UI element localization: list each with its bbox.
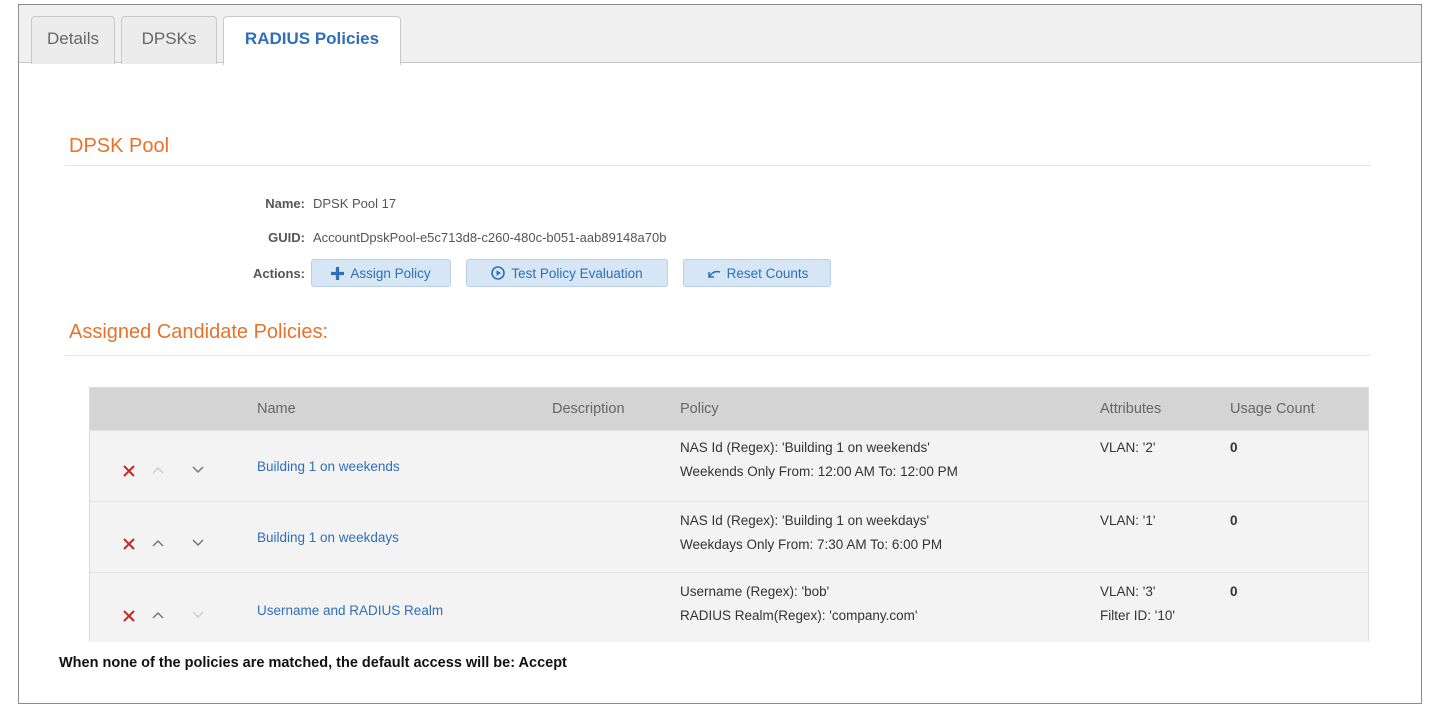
default-access-note: When none of the policies are matched, t…: [59, 655, 567, 671]
tab-radius-policies[interactable]: RADIUS Policies: [223, 16, 401, 65]
policy-name-link[interactable]: Username and RADIUS Realm: [257, 603, 443, 618]
attribute-line-2: Filter ID: '10': [1100, 608, 1175, 623]
table-row: Username and RADIUS Realm Username (Rege…: [90, 572, 1368, 642]
usage-count: 0: [1230, 440, 1238, 455]
actions-label: Actions:: [253, 266, 305, 281]
play-circle-icon: [491, 266, 506, 280]
attribute-line-1: VLAN: '2': [1100, 440, 1156, 455]
policy-line-1: NAS Id (Regex): 'Building 1 on weekends': [680, 440, 930, 455]
policies-table: Name Description Policy Attributes Usage…: [89, 387, 1369, 642]
tab-bar: Details DPSKs RADIUS Policies: [19, 5, 1421, 65]
reset-counts-button[interactable]: Reset Counts: [683, 259, 831, 287]
move-down-icon[interactable]: [192, 466, 204, 474]
test-policy-evaluation-label: Test Policy Evaluation: [511, 265, 643, 281]
policy-line-1: NAS Id (Regex): 'Building 1 on weekdays': [680, 513, 930, 528]
attribute-line-1: VLAN: '1': [1100, 513, 1156, 528]
usage-count: 0: [1230, 513, 1238, 528]
move-up-icon[interactable]: [152, 539, 164, 547]
assign-policy-button[interactable]: Assign Policy: [311, 259, 451, 287]
delete-x-icon[interactable]: [122, 609, 136, 623]
divider: [65, 355, 1371, 356]
column-header-description[interactable]: Description: [552, 401, 625, 417]
attribute-line-1: VLAN: '3': [1100, 584, 1156, 599]
tab-details[interactable]: Details: [31, 16, 115, 64]
tab-dpsks[interactable]: DPSKs: [121, 16, 217, 64]
column-header-name[interactable]: Name: [257, 401, 296, 417]
policy-name-link[interactable]: Building 1 on weekends: [257, 459, 400, 474]
table-header: Name Description Policy Attributes Usage…: [90, 388, 1368, 430]
policy-line-2: Weekdays Only From: 7:30 AM To: 6:00 PM: [680, 537, 943, 552]
usage-count: 0: [1230, 584, 1238, 599]
policy-line-1: Username (Regex): 'bob': [680, 584, 830, 599]
column-header-policy[interactable]: Policy: [680, 401, 719, 417]
guid-label: GUID:: [268, 230, 305, 245]
policy-line-2: RADIUS Realm(Regex): 'company.com': [680, 608, 918, 623]
column-header-attributes[interactable]: Attributes: [1100, 401, 1161, 417]
reset-counts-label: Reset Counts: [726, 265, 809, 281]
divider: [65, 165, 1371, 166]
test-policy-evaluation-button[interactable]: Test Policy Evaluation: [466, 259, 668, 287]
table-row: Building 1 on weekends NAS Id (Regex): '…: [90, 430, 1368, 500]
policy-name-link[interactable]: Building 1 on weekdays: [257, 530, 399, 545]
move-down-icon[interactable]: [192, 539, 204, 547]
delete-x-icon[interactable]: [122, 464, 136, 478]
undo-icon: [707, 270, 720, 278]
delete-x-icon[interactable]: [122, 537, 136, 551]
pool-name-value: DPSK Pool 17: [313, 196, 397, 211]
assigned-policies-title: Assigned Candidate Policies:: [69, 321, 329, 343]
move-up-icon[interactable]: [152, 466, 164, 474]
plus-icon: [331, 266, 345, 280]
assign-policy-label: Assign Policy: [350, 265, 431, 281]
column-header-usage-count[interactable]: Usage Count: [1230, 401, 1315, 417]
table-row: Building 1 on weekdays NAS Id (Regex): '…: [90, 501, 1368, 571]
policy-line-2: Weekends Only From: 12:00 AM To: 12:00 P…: [680, 464, 958, 479]
dpsk-pool-title: DPSK Pool: [69, 135, 170, 157]
move-up-icon[interactable]: [152, 611, 164, 619]
move-down-icon[interactable]: [192, 611, 204, 619]
name-label: Name:: [265, 196, 305, 211]
policy-panel: Details DPSKs RADIUS Policies DPSK Pool …: [18, 4, 1422, 704]
pool-guid-value: AccountDpskPool-e5c713d8-c260-480c-b051-…: [313, 230, 667, 245]
